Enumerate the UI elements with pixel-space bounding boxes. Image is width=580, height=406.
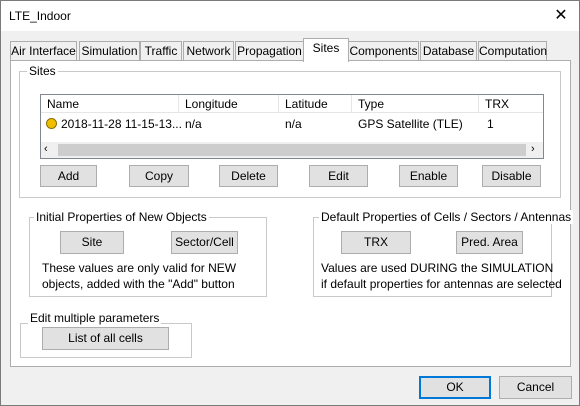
default-note-line2: if default properties for antennas are s… [321, 277, 562, 291]
cell-trx: 1 [487, 117, 494, 131]
close-icon[interactable]: ✕ [553, 8, 569, 24]
edit-button[interactable]: Edit [309, 165, 368, 187]
scroll-left-icon[interactable]: ‹ [44, 143, 48, 155]
ok-button[interactable]: OK [419, 376, 491, 399]
scroll-right-icon[interactable]: › [531, 143, 535, 155]
column-header-type[interactable]: Type [352, 95, 479, 113]
sites-list[interactable]: Name Longitude Latitude Type TRX 2018-11… [40, 94, 544, 159]
default-properties-title: Default Properties of Cells / Sectors / … [319, 210, 574, 224]
pred-area-button[interactable]: Pred. Area [456, 231, 523, 254]
delete-button[interactable]: Delete [219, 165, 278, 187]
cell-longitude: n/a [185, 117, 202, 131]
copy-button[interactable]: Copy [129, 165, 189, 187]
trx-button[interactable]: TRX [341, 231, 411, 254]
initial-properties-title: Initial Properties of New Objects [34, 210, 209, 224]
disable-button[interactable]: Disable [482, 165, 541, 187]
window-title: LTE_Indoor [9, 9, 71, 23]
title-bar: LTE_Indoor ✕ [1, 1, 579, 31]
site-button[interactable]: Site [60, 231, 124, 254]
column-header-trx[interactable]: TRX [479, 95, 543, 113]
tab-simulation[interactable]: Simulation [79, 41, 140, 61]
cell-type: GPS Satellite (TLE) [358, 117, 463, 131]
tab-air-interface[interactable]: Air Interface [10, 41, 77, 61]
column-header-latitude[interactable]: Latitude [279, 95, 352, 113]
initial-note-line1: These values are only valid for NEW [42, 261, 237, 275]
tab-sites[interactable]: Sites [303, 38, 349, 62]
scrollbar-thumb[interactable] [58, 144, 526, 156]
cell-name: 2018-11-28 11-15-13... [61, 117, 182, 131]
tab-components[interactable]: Components [348, 41, 419, 61]
tab-traffic[interactable]: Traffic [140, 41, 182, 61]
cancel-button[interactable]: Cancel [499, 376, 572, 399]
edit-multiple-title: Edit multiple parameters [28, 311, 162, 325]
enable-button[interactable]: Enable [399, 165, 458, 187]
tab-computation[interactable]: Computation [478, 41, 547, 61]
list-of-all-cells-button[interactable]: List of all cells [42, 327, 169, 350]
initial-note-line2: objects, added with the "Add" button [42, 277, 235, 291]
dialog-window: LTE_Indoor ✕ Air Interface Simulation Tr… [0, 0, 580, 406]
tab-network[interactable]: Network [183, 41, 234, 61]
column-header-name[interactable]: Name [41, 95, 179, 113]
add-button[interactable]: Add [40, 165, 97, 187]
default-note-line1: Values are used DURING the SIMULATION [321, 261, 554, 275]
horizontal-scrollbar[interactable]: ‹ › [41, 142, 543, 158]
cell-latitude: n/a [285, 117, 302, 131]
column-header-longitude[interactable]: Longitude [179, 95, 279, 113]
tab-propagation[interactable]: Propagation [235, 41, 304, 61]
sites-group-title: Sites [27, 64, 58, 78]
tab-database[interactable]: Database [420, 41, 477, 61]
table-row[interactable]: 2018-11-28 11-15-13... n/a n/a GPS Satel… [41, 114, 543, 134]
status-dot-icon [46, 118, 57, 129]
sector-cell-button[interactable]: Sector/Cell [171, 231, 238, 254]
